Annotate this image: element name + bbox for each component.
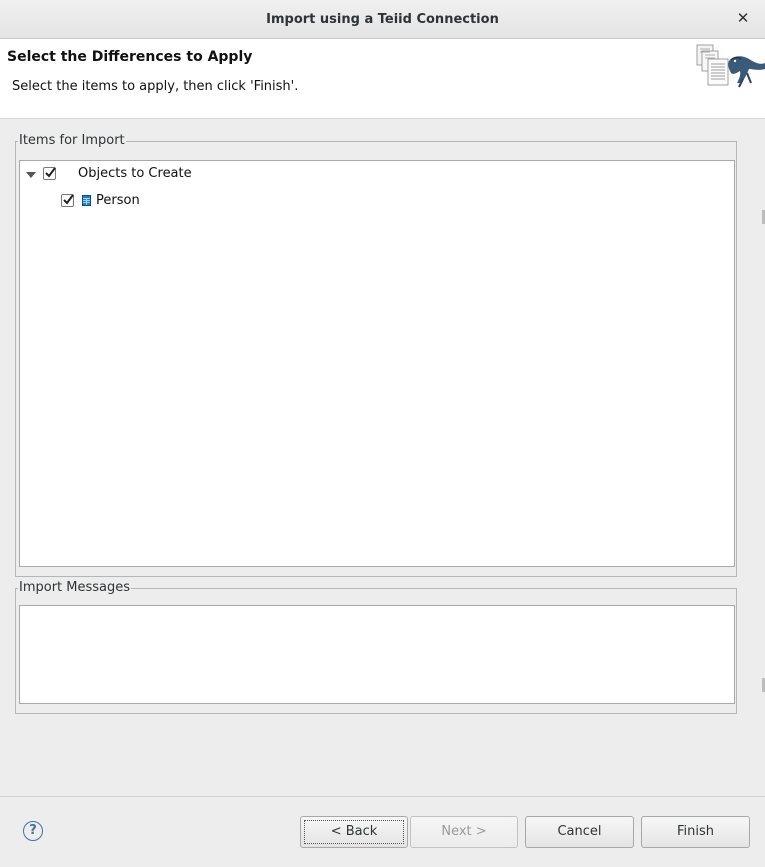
objects-to-create-label: Objects to Create xyxy=(78,166,192,181)
window-title: Import using a Teiid Connection xyxy=(266,12,499,27)
title-bar: Import using a Teiid Connection ✕ xyxy=(0,0,765,39)
wizard-banner: Select the Differences to Apply Select t… xyxy=(0,39,765,119)
finish-button[interactable]: Finish xyxy=(641,816,750,848)
expand-arrow-icon[interactable] xyxy=(26,172,36,178)
tree-row-objects-to-create[interactable]: Objects to Create xyxy=(20,164,720,184)
page-description: Select the items to apply, then click 'F… xyxy=(12,79,299,94)
import-items-tree[interactable]: Objects to Create Person xyxy=(19,160,735,567)
import-messages-group: Import Messages xyxy=(15,580,737,714)
objects-to-create-checkbox[interactable] xyxy=(43,167,56,180)
close-icon[interactable]: ✕ xyxy=(735,9,751,27)
back-button[interactable]: < Back xyxy=(300,816,408,848)
teiid-logo-icon xyxy=(696,44,765,88)
person-label: Person xyxy=(96,193,140,208)
footer-divider xyxy=(0,796,765,797)
person-checkbox[interactable] xyxy=(61,194,74,207)
import-dialog: Import using a Teiid Connection ✕ Select… xyxy=(0,0,765,867)
table-icon xyxy=(82,195,91,206)
items-for-import-group: Items for Import Objects to Create Perso… xyxy=(15,133,737,577)
items-for-import-legend: Items for Import xyxy=(18,133,126,148)
import-messages-area[interactable] xyxy=(19,605,735,704)
help-icon[interactable]: ? xyxy=(23,821,43,841)
next-button[interactable]: Next > xyxy=(410,816,518,848)
import-messages-legend: Import Messages xyxy=(18,580,132,595)
cancel-button[interactable]: Cancel xyxy=(525,816,634,848)
page-heading: Select the Differences to Apply xyxy=(7,49,253,65)
tree-row-person[interactable]: Person xyxy=(20,191,720,211)
